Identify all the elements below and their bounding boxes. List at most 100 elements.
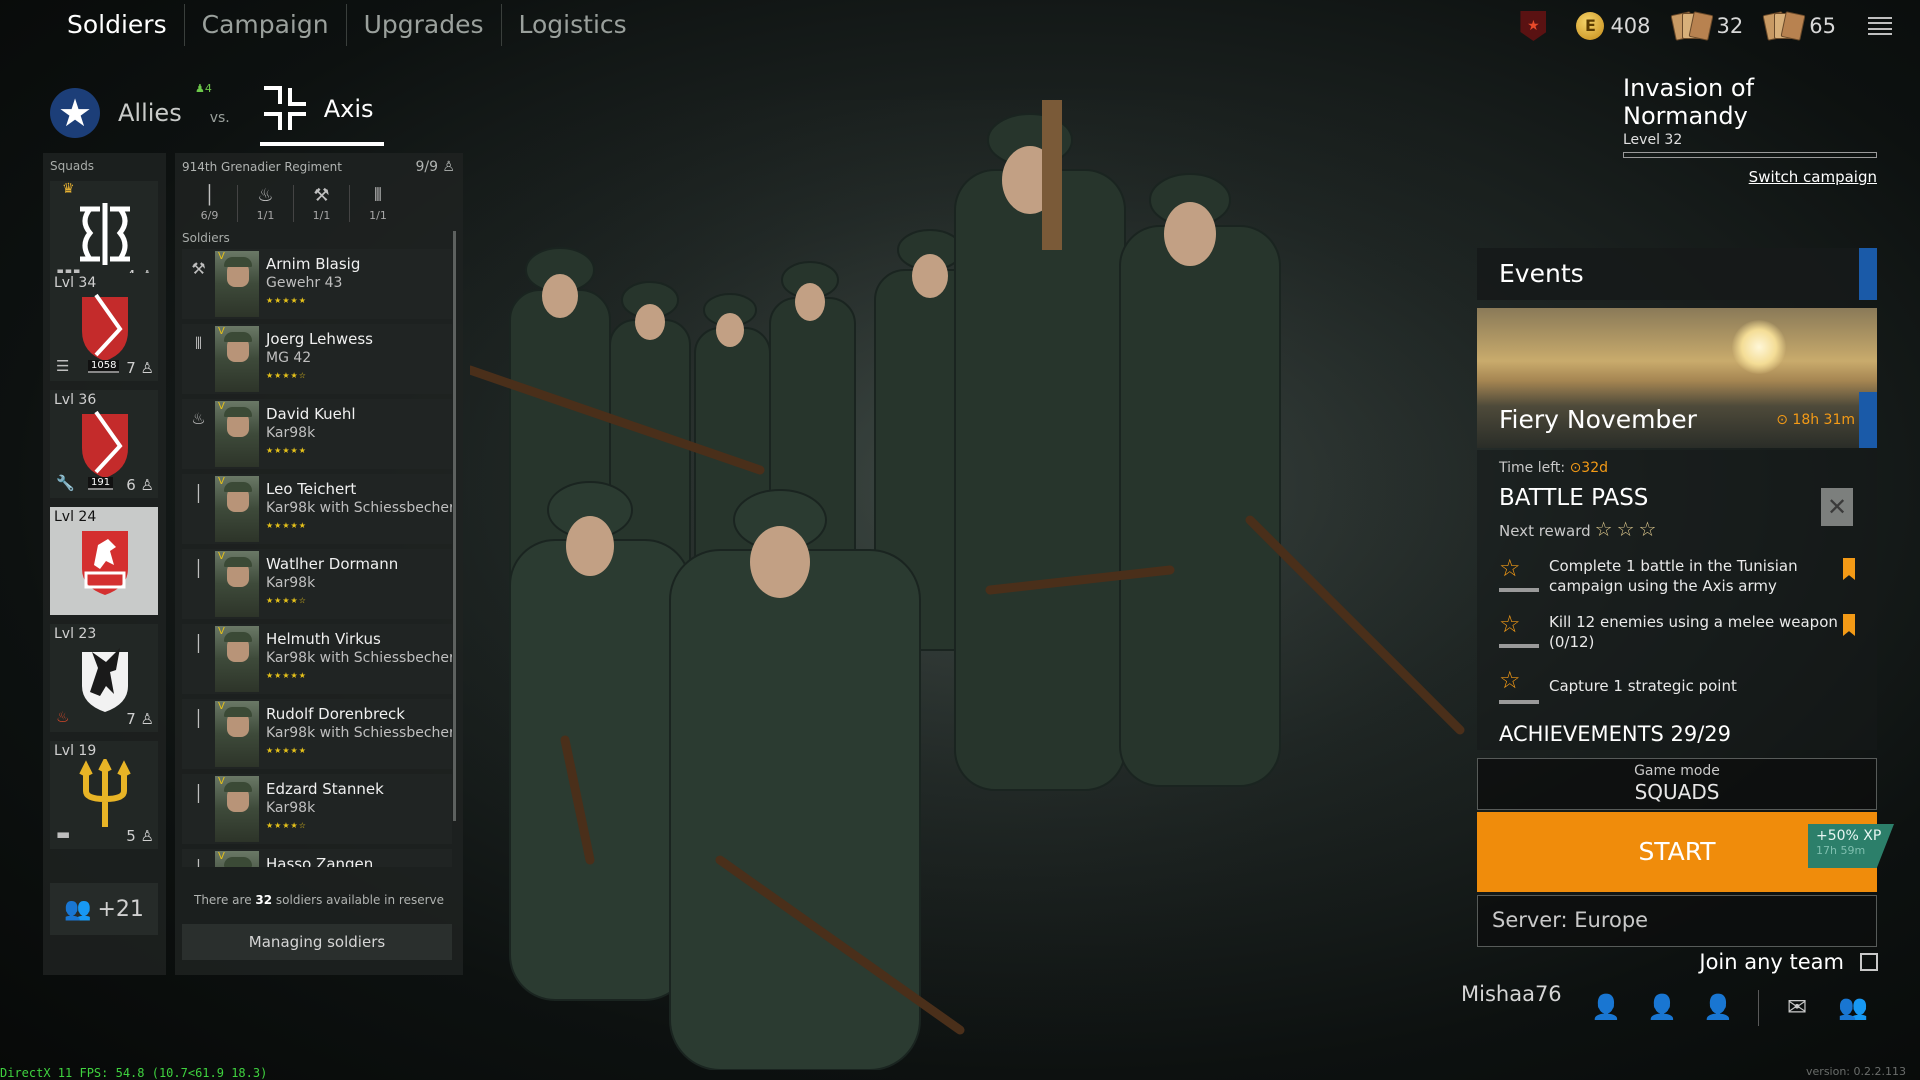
username[interactable]: Mishaa76 [1461,982,1562,1006]
soldier-row[interactable]: │ V Leo Teichert Kar98k with Schiessbech… [182,474,452,544]
switch-campaign-link[interactable]: Switch campaign [1623,168,1877,186]
tab-soldiers[interactable]: Soldiers [50,4,185,46]
hamburger-icon[interactable] [1868,17,1892,35]
tab-logistics[interactable]: Logistics [502,4,644,46]
join-any-team-checkbox[interactable] [1860,953,1878,971]
shield-emblem-icon [82,410,128,478]
squad-card[interactable]: Lvl 36 🔧 191 6 ♙ [50,390,158,498]
soldier-row[interactable]: │ V Edzard Stannek Kar98k ★★★★☆ [182,774,452,844]
soldier-stars: ★★★★☆ [266,821,307,830]
event-title-bar[interactable]: Fiery November ⊙ 18h 31m [1477,392,1877,448]
server-selector[interactable]: Server: Europe [1477,895,1877,947]
reserve-count: 32 [255,893,273,907]
star-outline-icon: ☆ [1594,517,1613,541]
version-label: version: 0.2.2.113 [1806,1065,1906,1078]
soldier-row[interactable]: ♨ V David Kuehl Kar98k ★★★★★ [182,399,452,469]
soldier-row[interactable]: ⦀ V Joerg Lehwess MG 42 ★★★★☆ [182,324,452,394]
task-progress-bar [1499,644,1539,648]
campaign-progress-bar [1623,152,1877,158]
campaign-level: Level 32 [1623,132,1683,148]
soldier-row[interactable]: │ V Helmuth Virkus Kar98k with Schiessbe… [182,624,452,694]
squad-size: 5 ♙ [126,827,154,845]
pegasus-emblem-icon [82,648,128,712]
squad-size: 7 ♙ [126,359,154,377]
tab-upgrades[interactable]: Upgrades [347,4,502,46]
xp-bonus-value: +50% XP [1816,828,1882,844]
rank-badge: V [218,401,225,412]
soldier-name: Rudolf Dorenbreck [266,705,405,723]
star-outline-icon: ☆ [1499,554,1521,582]
role-machinegunner: ⦀ 1/1 [350,185,406,222]
crown-icon: ♛ [62,181,75,197]
squad-size: 6 ♙ [126,476,154,494]
squad-level: Lvl 19 [54,743,97,759]
game-mode-selector[interactable]: Game mode SQUADS [1477,758,1877,810]
allies-star-icon[interactable]: ★ [50,88,100,138]
battle-pass-task[interactable]: ☆ Capture 1 strategic point [1499,666,1877,710]
soldier-row[interactable]: │ V Rudolf Dorenbreck Kar98k with Schies… [182,699,452,769]
star-outline-icon: ☆ [1499,610,1521,638]
rank-badge: V [218,326,225,337]
card-currency-b[interactable]: 65 [1762,11,1836,41]
rank-badge: V [218,776,225,787]
squad-card[interactable]: Lvl 23 ♨ 7 ♙ [50,624,158,732]
achievements-label[interactable]: ACHIEVEMENTS 29/29 [1499,722,1731,746]
friends-group-icon[interactable]: 👥 [1837,993,1869,1023]
soldier-name: Hasso Zangen [266,855,374,867]
squad-level: Lvl 34 [54,275,97,291]
squad-card[interactable]: Lvl 34 ☰ 1058 7 ♙ [50,273,158,381]
battle-pass-task[interactable]: ☆ Kill 12 enemies using a melee weapon (… [1499,610,1877,654]
xp-bonus-badge: +50% XP 17h 59m [1808,824,1894,868]
medal-icon[interactable]: ★ [1520,11,1547,41]
allies-label[interactable]: Allies [118,99,182,127]
axis-faction-tab[interactable]: Axis [259,80,384,146]
flame-icon: ♨ [56,708,70,726]
gold-currency[interactable]: E 408 [1576,12,1651,40]
star-outline-icon: ☆ [1638,517,1657,541]
soldier-row[interactable]: │ V Hasso Zangen [182,849,452,867]
battle-pass-panel: Time left: ⊙32d BATTLE PASS Next reward ☆… [1477,450,1877,750]
top-navigation: Soldiers Campaign Upgrades Logistics ★ E… [0,0,1920,52]
xp-bonus-time: 17h 59m [1816,844,1866,857]
soldier-stars: ★★★★★ [266,296,307,305]
battle-pass-title[interactable]: BATTLE PASS [1499,485,1648,511]
soldier-row[interactable]: │ V Watlher Dormann Kar98k ★★★★☆ [182,549,452,619]
squad-reserve-button[interactable]: 👥 +21 [50,883,158,935]
division-emblem-icon [80,203,130,265]
squad-card[interactable]: Lvl 19 ▬ 5 ♙ [50,741,158,849]
ammo-icon: ⦀ [194,334,203,353]
role-flamethrower: ♨ 1/1 [238,185,294,222]
rank-badge: V [218,626,225,637]
events-header[interactable]: Events [1477,248,1877,300]
rank-badge: V [218,851,225,862]
rifle-icon: │ [182,849,215,867]
reserve-squads-count: +21 [97,896,144,922]
add-friend-icon[interactable]: 👤 [1590,993,1622,1023]
soldier-name: Edzard Stannek [266,780,384,798]
join-any-team-toggle[interactable]: Join any team [1699,950,1878,974]
card-pack-icon [1762,11,1806,41]
list-icon: ☰ [56,357,70,375]
reward-preview-icon[interactable]: ✕ [1821,488,1853,526]
ammo-icon: ⦀ [374,185,382,206]
mail-icon[interactable]: ✉ [1781,993,1813,1023]
add-friend-icon[interactable]: 👤 [1702,993,1734,1023]
soldier-list-scrollbar[interactable] [453,231,456,821]
squad-card-selected[interactable]: Lvl 24 [50,507,158,615]
managing-soldiers-button[interactable]: Managing soldiers [182,924,452,960]
regiment-count: 9/9 ♙ [415,159,455,175]
faction-selector: ★ Allies ♟4 vs. Axis [50,80,384,146]
battle-pass-task[interactable]: ☆ Complete 1 battle in the Tunisian camp… [1499,554,1877,598]
squad-size: 7 ♙ [126,710,154,728]
soldier-row[interactable]: ⚒ V Arnim Blasig Gewehr 43 ★★★★★ [182,249,452,319]
squad-xp: 191 [88,477,114,490]
role-rifleman: │ 6/9 [182,185,238,222]
add-friend-icon[interactable]: 👤 [1646,993,1678,1023]
squad-3d-scene [470,100,1480,1070]
card-currency-a[interactable]: 32 [1670,11,1743,41]
soldier-stars: ★★★★☆ [266,371,307,380]
campaign-title: Invasion of Normandy [1623,74,1755,130]
soldier-weapon: Kar98k [266,425,316,441]
tab-campaign[interactable]: Campaign [185,4,347,46]
task-text: Kill 12 enemies using a melee weapon (0/… [1549,613,1838,651]
